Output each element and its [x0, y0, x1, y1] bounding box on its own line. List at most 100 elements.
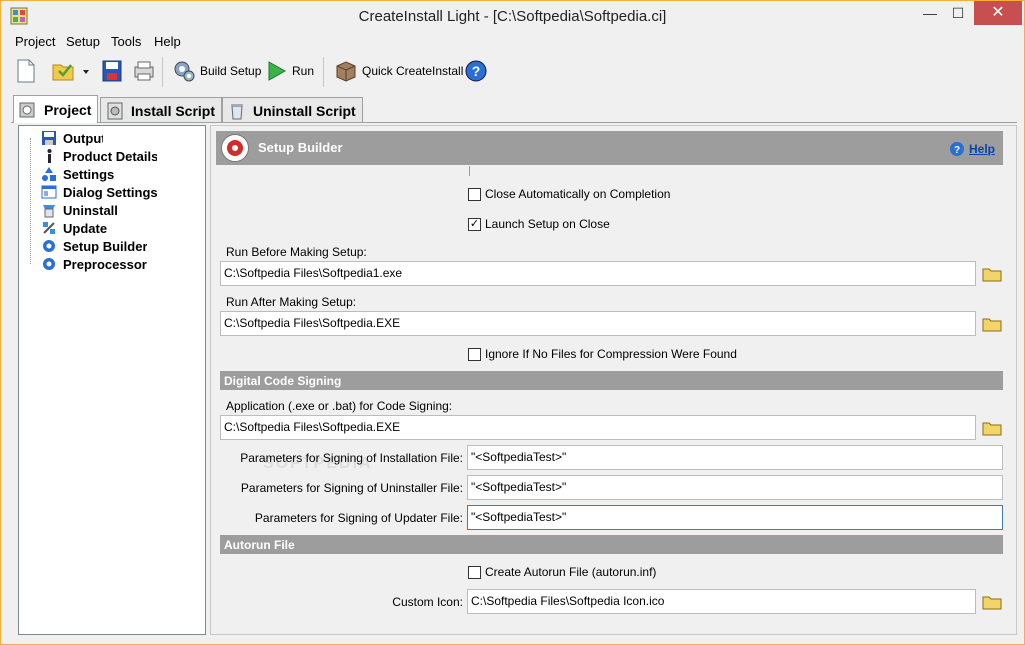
custom-icon-label: Custom Icon: [392, 595, 463, 609]
gear-icon [43, 258, 55, 270]
page-title: Setup Builder [258, 140, 343, 155]
toolbar-separator [323, 57, 324, 87]
help-circle-icon: ? [949, 142, 964, 156]
folder-browse-icon[interactable] [981, 419, 1003, 437]
gear-icon [43, 240, 55, 252]
tab-project[interactable]: Project [13, 95, 99, 123]
app-window: CreateInstall Light - [C:\Softpedia\Soft… [0, 0, 1025, 645]
maximize-button[interactable]: ☐ [944, 1, 972, 25]
folder-browse-icon[interactable] [981, 593, 1003, 611]
launch-setup-option[interactable]: ✓ Launch Setup on Close [468, 217, 610, 231]
open-button[interactable] [51, 57, 77, 85]
ignore-no-files-option[interactable]: Ignore If No Files for Compression Were … [468, 347, 737, 361]
floppy-icon [42, 131, 56, 145]
info-icon [47, 149, 52, 163]
autorun-file-header: Autorun File [220, 535, 1003, 554]
help-link[interactable]: ? Help [949, 141, 995, 157]
tree-item-uninstall[interactable]: Uninstall [41, 201, 121, 219]
signing-uninstall-input[interactable]: "<SoftpediaTest>" [467, 475, 1003, 500]
save-button[interactable] [101, 57, 123, 85]
chevron-down-icon [83, 70, 89, 74]
printer-icon [134, 61, 154, 81]
run-button[interactable]: Run [266, 57, 314, 85]
run-after-input[interactable]: C:\Softpedia Files\Softpedia.EXE [220, 311, 976, 336]
tab-strip-border [11, 122, 1017, 123]
tree-item-label: Setup Builder [63, 238, 147, 254]
ignore-no-files-checkbox[interactable] [468, 347, 481, 361]
signing-app-label: Application (.exe or .bat) for Code Sign… [226, 399, 453, 413]
run-before-input[interactable]: C:\Softpedia Files\Softpedia1.exe [220, 261, 976, 286]
tree-item-output[interactable]: Output [41, 129, 103, 147]
tree-item-setup-builder[interactable]: Setup Builder [41, 237, 149, 255]
menu-setup[interactable]: Setup [66, 34, 100, 49]
print-button[interactable] [133, 57, 155, 85]
create-autorun-option[interactable]: Create Autorun File (autorun.inf) [468, 565, 656, 579]
tab-install-script-label: Install Script [131, 102, 216, 119]
trash-icon [231, 103, 243, 119]
tree-item-product-details[interactable]: Product Details [41, 147, 157, 165]
close-automatically-label: Close Automatically on Completion [485, 187, 671, 201]
folder-browse-icon[interactable] [981, 265, 1003, 283]
signing-install-label: Parameters for Signing of Installation F… [240, 451, 463, 465]
help-circle-icon: ? [465, 60, 487, 82]
svg-text:?: ? [472, 63, 481, 79]
signing-install-input[interactable]: "<SoftpediaTest>" [467, 445, 1003, 470]
tree-item-dialog-settings[interactable]: Dialog Settings [41, 183, 157, 201]
menu-project[interactable]: Project [15, 34, 55, 49]
run-label: Run [292, 64, 315, 78]
tree-item-update[interactable]: Update [41, 219, 121, 237]
tree-item-label: Update [63, 220, 108, 236]
setup-builder-icon [221, 134, 249, 162]
box-install-icon [336, 61, 356, 82]
folder-browse-icon[interactable] [981, 315, 1003, 333]
tree-item-label: Output [63, 130, 103, 146]
title-bar: CreateInstall Light - [C:\Softpedia\Soft… [1, 1, 1024, 32]
tab-install-script[interactable]: Install Script [100, 97, 223, 123]
launch-setup-checkbox[interactable]: ✓ [468, 217, 481, 231]
close-button[interactable]: ✕ [974, 1, 1022, 25]
svg-text:?: ? [954, 145, 960, 156]
section-header: Setup Builder ? Help [216, 131, 1003, 165]
help-toolbar-button[interactable]: ? [464, 57, 488, 85]
create-autorun-label: Create Autorun File (autorun.inf) [485, 565, 657, 579]
tree-item-label: Preprocessor [63, 256, 147, 272]
launch-setup-label: Launch Setup on Close [485, 217, 610, 231]
tab-uninstall-script[interactable]: Uninstall Script [222, 97, 363, 123]
custom-icon-input[interactable]: C:\Softpedia Files\Softpedia Icon.ico [467, 589, 976, 614]
quick-createinstall-button[interactable]: Quick CreateInstall [334, 57, 463, 85]
quick-createinstall-label: Quick CreateInstall [362, 64, 464, 78]
tree-item-label: Dialog Settings [63, 184, 157, 200]
digital-code-signing-header: Digital Code Signing [220, 371, 1003, 390]
red-gear-icon [227, 140, 243, 156]
create-autorun-checkbox[interactable] [468, 565, 481, 579]
menu-tools[interactable]: Tools [111, 34, 141, 49]
tab-uninstall-script-label: Uninstall Script [253, 102, 356, 119]
tree-connector [30, 138, 31, 264]
signing-uninstall-label: Parameters for Signing of Uninstaller Fi… [240, 481, 463, 495]
close-automatically-option[interactable]: Close Automatically on Completion [468, 187, 670, 201]
run-after-label: Run After Making Setup: [226, 295, 357, 309]
tree-item-label: Uninstall [63, 202, 118, 218]
install-script-icon [107, 102, 123, 119]
build-setup-button[interactable]: Build Setup [172, 57, 261, 85]
signing-app-input[interactable]: C:\Softpedia Files\Softpedia.EXE [220, 415, 976, 440]
menu-bar: Project Setup Tools Help [1, 32, 1024, 52]
menu-help[interactable]: Help [154, 34, 181, 49]
open-folder-icon [52, 64, 74, 81]
close-automatically-checkbox[interactable] [468, 187, 481, 201]
uninstall-icon [43, 205, 55, 218]
toolbar-separator [162, 57, 163, 87]
satellite-icon [43, 222, 55, 234]
minimize-button[interactable]: — [916, 1, 944, 25]
signing-updater-label: Parameters for Signing of Updater File: [254, 511, 463, 525]
open-dropdown-button[interactable] [81, 57, 91, 85]
tab-project-label: Project [44, 101, 92, 118]
help-link-label: Help [968, 142, 995, 156]
tree-item-preprocessor[interactable]: Preprocessor [41, 255, 149, 273]
new-button[interactable] [15, 57, 37, 85]
window-title: CreateInstall Light - [C:\Softpedia\Soft… [358, 8, 667, 25]
signing-updater-input[interactable]: "<SoftpediaTest>" [467, 505, 1003, 530]
tree-item-settings[interactable]: Settings [41, 165, 117, 183]
project-icon [19, 102, 35, 117]
tree-item-label: Product Details [63, 148, 157, 164]
